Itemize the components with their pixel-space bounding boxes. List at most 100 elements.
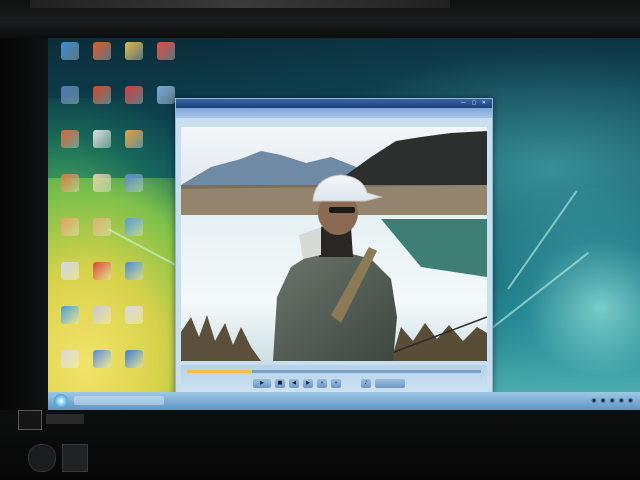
- desktop-icon-label: [86, 192, 118, 198]
- desktop-icon-label: [118, 104, 150, 110]
- desktop-icon[interactable]: [150, 42, 182, 82]
- gear-icon: [93, 350, 111, 368]
- desktop-icon[interactable]: [118, 86, 150, 126]
- window-controls[interactable]: — ▢ ✕: [461, 100, 488, 106]
- app-icon: [61, 306, 79, 324]
- folder-icon: [93, 218, 111, 236]
- desktop-icon-label: [118, 368, 150, 374]
- monitor-icon: [157, 86, 175, 104]
- desktop-icon[interactable]: [54, 174, 86, 214]
- desktop-icon[interactable]: [86, 218, 118, 258]
- desktop-icon-label: [86, 324, 118, 330]
- folder-icon: [61, 130, 79, 148]
- taskbar-item-media-player[interactable]: [74, 396, 164, 405]
- desktop-screen: — ▢ ✕ ▶ ■ ◀ ▶ « » ♪: [48, 38, 640, 410]
- office-icon: [93, 42, 111, 60]
- sticker-label: [18, 410, 42, 430]
- player-menubar[interactable]: [176, 108, 492, 118]
- doc-icon: [61, 262, 79, 280]
- play-button[interactable]: ▶: [253, 379, 271, 388]
- desktop-icon-label: [54, 236, 86, 242]
- sticker-label: [46, 414, 84, 424]
- monitor-bezel-top: [0, 0, 640, 38]
- desktop-icon-label: [118, 324, 150, 330]
- office-icon: [125, 130, 143, 148]
- volume-slider[interactable]: [375, 379, 405, 388]
- desktop-icon[interactable]: [54, 262, 86, 302]
- globe-icon: [61, 350, 79, 368]
- wallpaper-swoosh: [468, 188, 640, 388]
- desktop-icon[interactable]: [86, 262, 118, 302]
- video-frame[interactable]: [181, 127, 487, 361]
- desktop-icon-grid: [48, 38, 188, 388]
- windows-orb-icon[interactable]: [54, 394, 68, 408]
- desktop-icon[interactable]: [86, 42, 118, 82]
- desktop-icon[interactable]: [86, 350, 118, 390]
- disc-icon: [93, 262, 111, 280]
- desktop-icon[interactable]: [118, 130, 150, 170]
- folder-icon: [93, 306, 111, 324]
- desktop-icon[interactable]: [54, 350, 86, 390]
- desktop-icon-label: [118, 148, 150, 154]
- desktop-icon[interactable]: [118, 218, 150, 258]
- desktop-icon-label: [86, 104, 118, 110]
- desktop-icon-label: [54, 60, 86, 66]
- globe-icon: [125, 350, 143, 368]
- desktop-icon-label: [86, 148, 118, 154]
- stop-button[interactable]: ■: [275, 379, 285, 388]
- doc-icon: [125, 306, 143, 324]
- monitor-bezel-bottom: [0, 410, 640, 480]
- desktop-icon[interactable]: [118, 306, 150, 346]
- desktop-icon-label: [118, 60, 150, 66]
- desktop-icon[interactable]: [54, 306, 86, 346]
- shield-icon: [61, 86, 79, 104]
- chrome-icon: [157, 42, 175, 60]
- disc-icon: [125, 86, 143, 104]
- player-titlebar[interactable]: — ▢ ✕: [176, 99, 492, 108]
- desktop-icon-label: [118, 236, 150, 242]
- desktop-icon[interactable]: [54, 86, 86, 126]
- desktop-icon-label: [86, 60, 118, 66]
- desktop-icon[interactable]: [54, 42, 86, 82]
- desktop-icon[interactable]: [54, 130, 86, 170]
- mute-button[interactable]: ♪: [361, 379, 371, 388]
- desktop-icon[interactable]: [86, 86, 118, 126]
- seek-progress-fill: [187, 370, 252, 373]
- desktop-icon-label: [86, 368, 118, 374]
- desktop-icon-label: [54, 148, 86, 154]
- desktop-icon[interactable]: [86, 306, 118, 346]
- desktop-icon-label: [54, 192, 86, 198]
- desktop-icon[interactable]: [118, 174, 150, 214]
- desktop-icon-label: [54, 104, 86, 110]
- office-icon: [93, 130, 111, 148]
- office-icon: [93, 174, 111, 192]
- media-player-window[interactable]: — ▢ ✕ ▶ ■ ◀ ▶ « » ♪: [175, 98, 493, 410]
- desktop-icon[interactable]: [86, 130, 118, 170]
- people-icon: [125, 262, 143, 280]
- desktop-icon[interactable]: [118, 42, 150, 82]
- taskbar: ◉ ◉ ◉ ◉ ◉: [48, 392, 640, 410]
- desktop-icon-label: [54, 324, 86, 330]
- people-icon: [125, 174, 143, 192]
- folder-icon: [61, 218, 79, 236]
- video-photo-scene: [181, 127, 487, 361]
- next-button[interactable]: ▶: [303, 379, 313, 388]
- fisherman-body: [273, 251, 397, 361]
- desktop-icon[interactable]: [54, 218, 86, 258]
- sticker-logo: [62, 444, 88, 472]
- desktop-icon-label: [54, 280, 86, 286]
- desktop-icon[interactable]: [118, 350, 150, 390]
- monitor-bezel-left: [0, 38, 52, 410]
- desktop-icon[interactable]: [118, 262, 150, 302]
- desktop-icon-label: [54, 368, 86, 374]
- seek-bar[interactable]: [187, 370, 481, 373]
- forward-button[interactable]: »: [331, 379, 341, 388]
- ie-icon: [61, 42, 79, 60]
- desktop-icon-label: [118, 192, 150, 198]
- rewind-button[interactable]: «: [317, 379, 327, 388]
- system-tray[interactable]: ◉ ◉ ◉ ◉ ◉: [591, 397, 634, 404]
- sunglasses: [329, 207, 355, 213]
- desktop-icon-label: [86, 236, 118, 242]
- prev-button[interactable]: ◀: [289, 379, 299, 388]
- desktop-icon[interactable]: [86, 174, 118, 214]
